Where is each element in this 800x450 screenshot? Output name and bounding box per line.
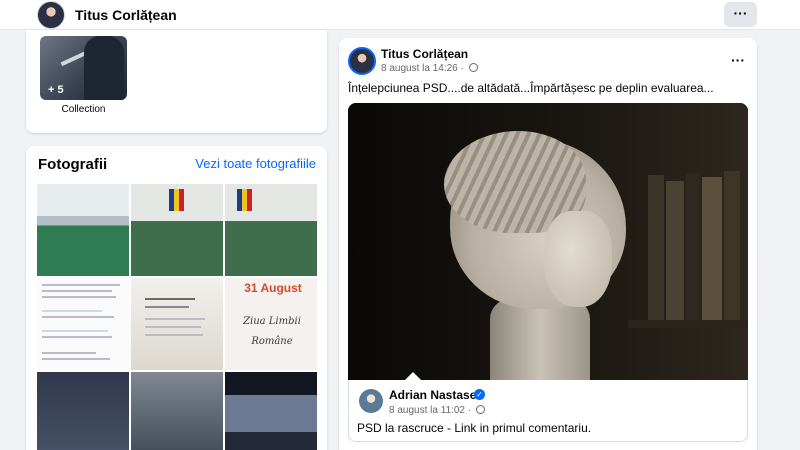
post-menu-button[interactable]: ··· xyxy=(731,52,745,68)
photos-title[interactable]: Fotografii xyxy=(38,156,107,173)
see-all-photos-link[interactable]: Vezi toate fotografiile xyxy=(195,156,316,171)
text-line xyxy=(145,334,203,336)
post-date[interactable]: 8 august la 14:26 xyxy=(381,63,458,74)
collection-count-badge: + 5 xyxy=(48,84,64,96)
bust-neck xyxy=(490,299,590,380)
text-line xyxy=(42,336,112,338)
flag-graphic xyxy=(179,189,184,211)
verified-badge-icon: ✓ xyxy=(474,389,485,400)
photo-thumbnail[interactable] xyxy=(37,184,129,276)
post-text: Înțelepciunea PSD....de altădată...Împăr… xyxy=(348,81,714,95)
marble-bust-face xyxy=(544,211,612,307)
profile-header-bar: Titus Corlățean ··· xyxy=(0,0,800,30)
book-spine xyxy=(702,177,722,320)
globe-icon xyxy=(475,405,485,414)
august-script-line: Ziua Limbii xyxy=(243,316,301,327)
photo-thumbnail[interactable] xyxy=(131,184,223,276)
photo-thumbnail[interactable] xyxy=(37,278,129,370)
august-title: 31 August xyxy=(244,281,302,295)
shared-post-text: PSD la rascruce - Link in primul comenta… xyxy=(357,421,592,435)
text-line xyxy=(42,290,112,292)
text-line xyxy=(42,296,116,298)
photo-thumbnail[interactable] xyxy=(225,184,317,276)
photos-card: Fotografii Vezi toate fotografiile 31 Au… xyxy=(26,146,327,450)
globe-icon xyxy=(468,63,478,72)
shared-timestamp[interactable]: 8 august la 11:02 · xyxy=(389,405,485,416)
collection-thumbnail[interactable]: + 5 xyxy=(40,36,127,100)
post-author-avatar[interactable] xyxy=(348,47,376,75)
book-spine xyxy=(686,173,700,320)
photo-thumbnail[interactable]: 31 August Ziua Limbii Române xyxy=(225,278,317,370)
speaker-figure xyxy=(84,36,124,100)
post-image[interactable] xyxy=(348,103,748,380)
flag-graphic xyxy=(247,189,252,211)
photo-thumbnail[interactable] xyxy=(131,278,223,370)
shared-author-avatar[interactable] xyxy=(359,389,383,413)
book-spine xyxy=(666,181,684,320)
photo-thumbnail[interactable] xyxy=(131,372,223,450)
text-line xyxy=(145,318,205,320)
text-line xyxy=(42,310,102,312)
post-card: Titus Corlățean 8 august la 14:26 · ··· … xyxy=(339,38,757,450)
book-spine xyxy=(648,175,664,320)
more-options-button[interactable]: ··· xyxy=(724,2,757,27)
august-script-line: Române xyxy=(251,336,293,347)
text-line xyxy=(42,330,108,332)
text-line xyxy=(42,352,96,354)
shared-post[interactable]: Adrian Nastase ✓ 8 august la 11:02 · PSD… xyxy=(348,380,748,442)
collection-label[interactable]: Collection xyxy=(40,104,127,115)
book-spine xyxy=(724,171,740,320)
text-line xyxy=(42,316,114,318)
text-line xyxy=(145,306,189,308)
text-line xyxy=(145,298,195,300)
photo-thumbnail[interactable] xyxy=(37,372,129,450)
profile-name[interactable]: Titus Corlățean xyxy=(75,7,177,23)
text-line xyxy=(42,284,120,286)
shared-author-name[interactable]: Adrian Nastase xyxy=(389,388,476,402)
text-line xyxy=(145,326,201,328)
text-line xyxy=(42,358,110,360)
photo-thumbnail[interactable] xyxy=(225,372,317,450)
shared-date[interactable]: 8 august la 11:02 xyxy=(389,405,465,416)
collection-card: + 5 Collection xyxy=(26,30,327,133)
post-timestamp[interactable]: 8 august la 14:26 · xyxy=(381,63,478,74)
post-author-name[interactable]: Titus Corlățean xyxy=(381,47,468,61)
profile-avatar[interactable] xyxy=(37,1,65,29)
shared-post-notch xyxy=(405,372,421,380)
shelf-board xyxy=(628,320,748,328)
